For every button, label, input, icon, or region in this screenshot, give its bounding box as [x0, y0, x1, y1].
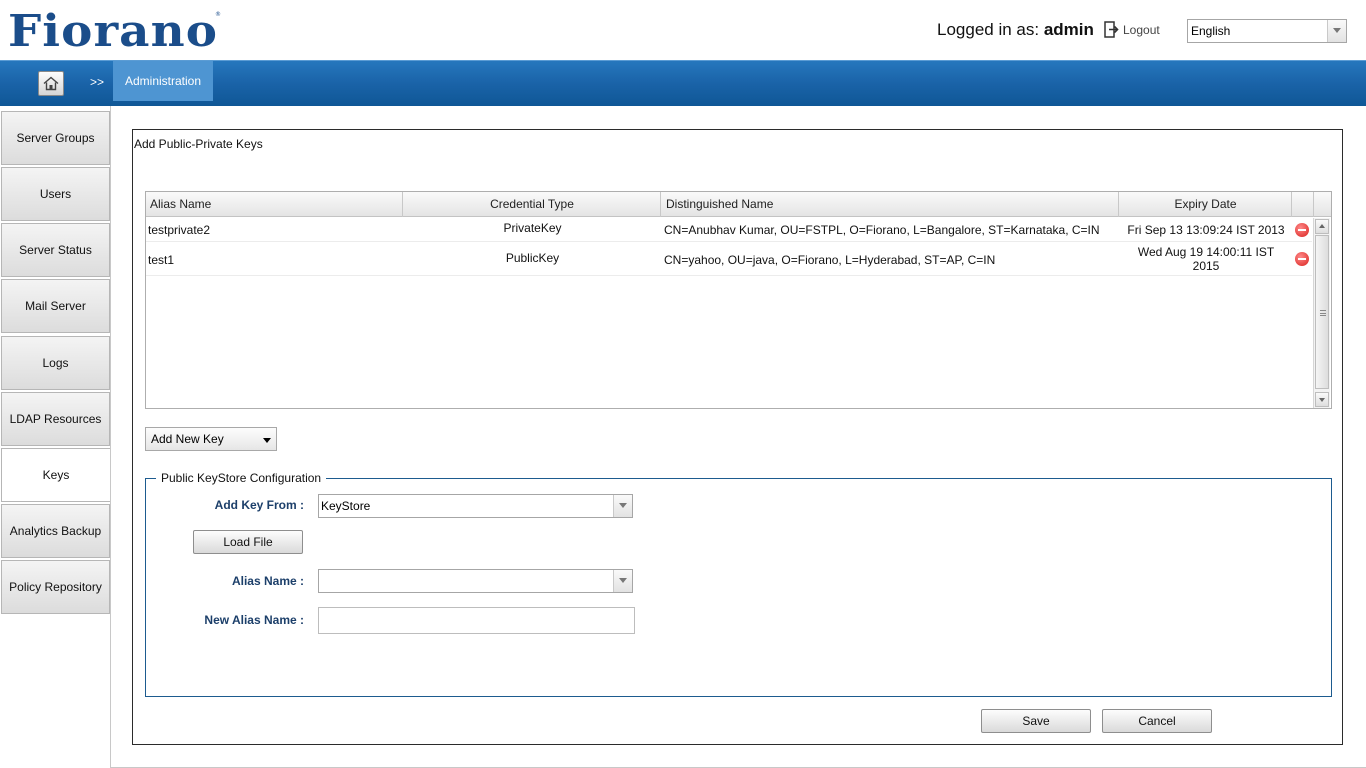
- logo-text: Fiorano: [8, 8, 218, 50]
- cell-distinguished-name: CN=Anubhav Kumar, OU=FSTPL, O=Fiorano, L…: [664, 223, 1100, 237]
- sidebar-item-users[interactable]: Users: [1, 167, 110, 221]
- table-row[interactable]: testprivate2 PrivateKey CN=Anubhav Kumar…: [146, 218, 1312, 242]
- logout-link[interactable]: Logout: [1104, 21, 1160, 38]
- new-alias-name-label: New Alias Name :: [204, 613, 304, 627]
- header: Fiorano ® Logged in as: admin Logout Eng…: [0, 0, 1366, 60]
- table-scrollbar[interactable]: [1313, 218, 1330, 408]
- sidebar-item-logs[interactable]: Logs: [1, 336, 110, 390]
- language-select[interactable]: English: [1187, 19, 1347, 43]
- home-button[interactable]: [38, 71, 64, 96]
- alias-name-select[interactable]: [318, 569, 633, 593]
- delete-icon[interactable]: [1295, 223, 1309, 237]
- load-file-button[interactable]: Load File: [193, 530, 303, 554]
- cell-expiry-date-line1: Wed Aug 19 14:00:11 IST: [1137, 245, 1275, 259]
- add-new-key-dropdown[interactable]: Add New Key: [145, 427, 277, 451]
- grip-icon: [1320, 310, 1326, 316]
- chevron-down-icon[interactable]: [613, 495, 632, 517]
- sidebar-item-analytics-backup[interactable]: Analytics Backup: [1, 504, 110, 558]
- logged-in-info: Logged in as: admin: [937, 20, 1094, 40]
- sidebar-item-keys[interactable]: Keys: [1, 448, 110, 502]
- cell-expiry-date-line2: 2015: [1192, 259, 1220, 273]
- column-header-actions: [1293, 192, 1314, 217]
- add-new-key-label: Add New Key: [151, 432, 224, 446]
- column-header-expiry-date[interactable]: Expiry Date: [1120, 192, 1292, 217]
- sidebar-item-ldap-resources[interactable]: LDAP Resources: [1, 392, 110, 446]
- language-value: English: [1191, 24, 1231, 38]
- chevron-down-icon[interactable]: [1327, 20, 1346, 42]
- scroll-up-icon[interactable]: [1315, 219, 1329, 234]
- panel-title: Add Public-Private Keys: [134, 137, 263, 151]
- breadcrumb-administration[interactable]: Administration: [113, 61, 213, 101]
- cell-credential-type: PublicKey: [505, 251, 560, 265]
- sidebar-item-server-status[interactable]: Server Status: [1, 223, 110, 277]
- breadcrumb-separator: >>: [90, 75, 105, 89]
- add-key-from-label: Add Key From :: [214, 498, 304, 512]
- public-keystore-configuration: Public KeyStore Configuration Add Key Fr…: [145, 471, 1332, 697]
- caret-down-icon: [263, 438, 271, 443]
- save-button[interactable]: Save: [981, 709, 1091, 733]
- column-header-credential-type[interactable]: Credential Type: [404, 192, 661, 217]
- add-key-from-select[interactable]: KeyStore: [318, 494, 633, 518]
- home-icon: [43, 76, 59, 91]
- logged-in-prefix: Logged in as:: [937, 20, 1040, 39]
- cell-credential-type: PrivateKey: [503, 221, 562, 235]
- sidebar-item-policy-repository[interactable]: Policy Repository: [1, 560, 110, 614]
- column-header-distinguished-name[interactable]: Distinguished Name: [662, 192, 1119, 217]
- sidebar-item-server-groups[interactable]: Server Groups: [1, 111, 110, 165]
- sidebar: Server Groups Users Server Status Mail S…: [0, 111, 110, 768]
- scrollbar-thumb[interactable]: [1315, 235, 1329, 389]
- sidebar-item-mail-server[interactable]: Mail Server: [1, 279, 110, 333]
- chevron-down-icon[interactable]: [613, 570, 632, 592]
- cell-distinguished-name: CN=yahoo, OU=java, O=Fiorano, L=Hyderaba…: [664, 253, 996, 267]
- logout-icon: [1104, 21, 1119, 38]
- cell-alias: test1: [148, 253, 175, 267]
- alias-name-label: Alias Name :: [231, 574, 304, 588]
- keys-panel: Add Public-Private Keys Alias Name Crede…: [132, 129, 1343, 745]
- fieldset-legend: Public KeyStore Configuration: [156, 471, 327, 485]
- table-row[interactable]: test1 PublicKey CN=yahoo, OU=java, O=Fio…: [146, 243, 1312, 276]
- column-header-alias-name[interactable]: Alias Name: [146, 192, 403, 217]
- scroll-down-icon[interactable]: [1315, 392, 1329, 407]
- keys-table: Alias Name Credential Type Distinguished…: [145, 191, 1332, 409]
- svg-text:®: ®: [215, 11, 221, 18]
- add-key-from-value: KeyStore: [321, 499, 371, 513]
- table-header: Alias Name Credential Type Distinguished…: [146, 192, 1331, 217]
- cell-expiry-date: Fri Sep 13 13:09:24 IST 2013: [1127, 223, 1285, 237]
- fiorano-logo: Fiorano ®: [8, 8, 221, 50]
- cancel-button[interactable]: Cancel: [1102, 709, 1212, 733]
- logout-label: Logout: [1123, 22, 1160, 37]
- breadcrumb-bar: >> Administration: [0, 60, 1366, 106]
- logged-in-user: admin: [1043, 20, 1094, 39]
- delete-icon[interactable]: [1295, 252, 1309, 266]
- new-alias-name-input[interactable]: [318, 607, 635, 634]
- cell-alias: testprivate2: [148, 223, 211, 237]
